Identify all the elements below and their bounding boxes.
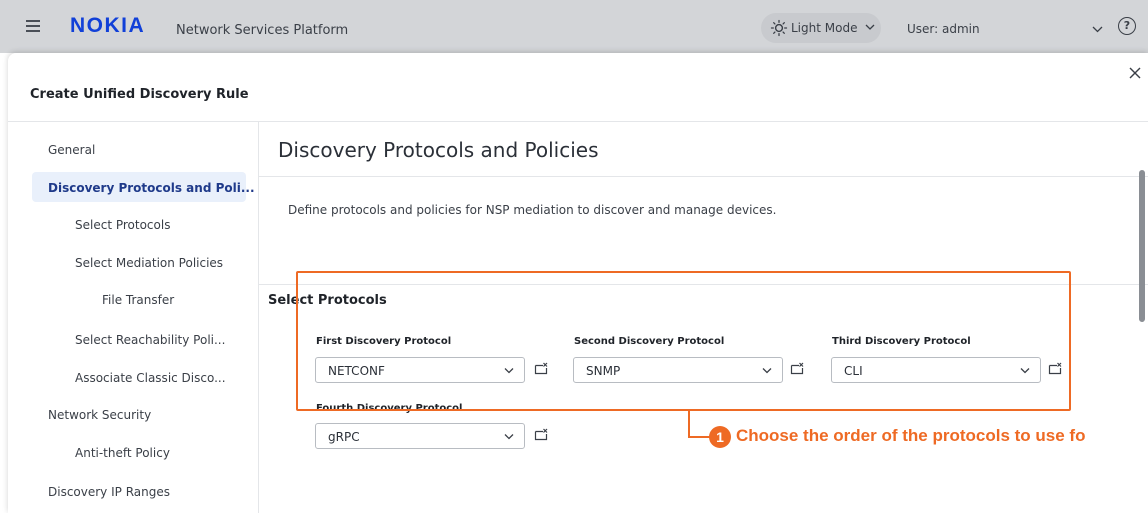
annotation-highlight-box: [296, 271, 1071, 411]
user-menu-chevron-icon[interactable]: [1092, 24, 1103, 34]
theme-toggle-label: Light Mode: [791, 21, 858, 35]
scrollbar-thumb[interactable]: [1139, 170, 1145, 322]
fourth-protocol-value: gRPC: [328, 430, 360, 444]
nav-item-anti-theft-policy[interactable]: Anti-theft Policy: [75, 446, 170, 460]
annotation-callout-text: Choose the order of the protocols to use…: [736, 426, 1086, 445]
help-icon[interactable]: ?: [1118, 17, 1136, 35]
header-divider: [8, 121, 1148, 122]
dialog-title: Create Unified Discovery Rule: [30, 87, 249, 102]
top-bar: NOKIA Network Services Platform Light Mo…: [0, 0, 1148, 53]
user-label: User: admin: [907, 22, 980, 36]
nokia-logo: NOKIA: [70, 14, 145, 36]
chevron-down-icon: [865, 24, 875, 30]
app-title: Network Services Platform: [176, 23, 349, 38]
nav-item-discovery-ip-ranges[interactable]: Discovery IP Ranges: [48, 485, 170, 499]
sun-icon: [770, 19, 788, 37]
theme-toggle-button[interactable]: Light Mode: [761, 13, 881, 43]
section-title: Discovery Protocols and Policies: [278, 138, 599, 162]
nav-divider: [258, 122, 259, 513]
svg-text:NOKIA: NOKIA: [70, 14, 145, 36]
section-description: Define protocols and policies for NSP me…: [288, 203, 777, 217]
nav-item-discovery-protocols[interactable]: Discovery Protocols and Poli...: [48, 181, 255, 195]
hamburger-menu-icon[interactable]: [26, 20, 40, 32]
nav-item-select-protocols[interactable]: Select Protocols: [75, 218, 170, 232]
chevron-down-icon: [504, 434, 514, 440]
nav-item-file-transfer[interactable]: File Transfer: [102, 293, 174, 307]
nav-item-associate-classic-discovery[interactable]: Associate Classic Disco...: [75, 371, 226, 385]
annotation-number-badge: 1: [709, 426, 731, 448]
clear-selection-icon[interactable]: [534, 428, 548, 441]
nav-item-select-reachability-policies[interactable]: Select Reachability Poli...: [75, 333, 225, 347]
nav-item-select-mediation-policies[interactable]: Select Mediation Policies: [75, 256, 223, 270]
section-divider: [259, 176, 1148, 177]
close-icon[interactable]: [1129, 67, 1141, 79]
nav-item-network-security[interactable]: Network Security: [48, 408, 151, 422]
fourth-protocol-select[interactable]: gRPC: [315, 423, 525, 449]
nav-item-general[interactable]: General: [48, 143, 95, 157]
